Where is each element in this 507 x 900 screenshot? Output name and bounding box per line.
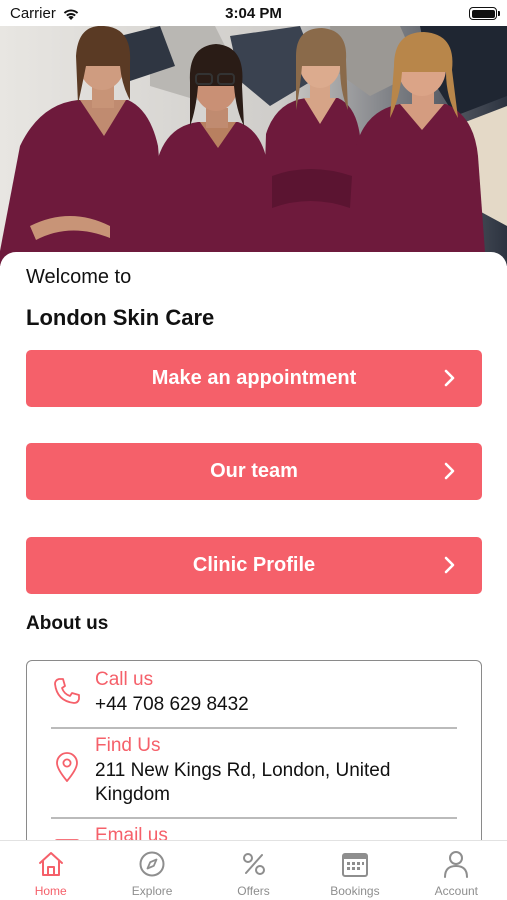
divider — [51, 727, 457, 729]
tab-account-label: Account — [434, 884, 478, 898]
status-bar: Carrier 3:04 PM — [0, 0, 507, 26]
battery-icon — [469, 7, 500, 20]
tab-bar: Home Explore Offers Bookings Account — [0, 840, 507, 900]
tab-account[interactable]: Account — [406, 841, 507, 900]
person-icon — [444, 851, 469, 878]
location-pin-icon — [56, 752, 78, 782]
our-team-button[interactable]: Our team — [26, 443, 482, 500]
calendar-icon — [341, 853, 368, 877]
tab-offers-label: Offers — [237, 884, 270, 898]
tab-home-label: Home — [34, 884, 67, 898]
address-text: 211 New Kings Rd, London, United Kingdom — [95, 760, 391, 805]
make-appointment-button[interactable]: Make an appointment — [26, 350, 482, 407]
tab-offers[interactable]: Offers — [203, 841, 304, 900]
chevron-right-icon — [444, 462, 455, 480]
call-us-label: Call us — [95, 669, 154, 690]
clinic-profile-button[interactable]: Clinic Profile — [26, 537, 482, 594]
tab-explore[interactable]: Explore — [101, 841, 202, 900]
divider — [51, 817, 457, 819]
clinic-profile-label: Clinic Profile — [192, 554, 316, 576]
find-us-label: Find Us — [95, 735, 161, 756]
contact-info-card: Call us +44 708 629 8432 Find Us 211 New… — [26, 660, 482, 844]
status-time: 3:04 PM — [225, 5, 282, 22]
compass-icon — [139, 851, 165, 877]
tab-explore-label: Explore — [131, 884, 173, 898]
tab-bookings[interactable]: Bookings — [304, 841, 405, 900]
clinic-name: London Skin Care — [26, 305, 215, 330]
our-team-label: Our team — [210, 460, 298, 482]
phone-icon — [54, 678, 80, 704]
hero-image — [0, 26, 507, 266]
main-content: Welcome to London Skin Care Make an appo… — [0, 252, 507, 844]
chevron-right-icon — [444, 369, 455, 387]
tab-home[interactable]: Home — [0, 841, 101, 900]
make-appointment-label: Make an appointment — [151, 367, 357, 389]
about-us-heading: About us — [26, 613, 109, 634]
tab-bookings-label: Bookings — [330, 884, 380, 898]
chevron-right-icon — [444, 556, 455, 574]
welcome-text: Welcome to — [26, 266, 132, 288]
home-icon — [38, 852, 63, 876]
percent-icon — [242, 853, 265, 875]
phone-number: +44 708 629 8432 — [95, 694, 249, 715]
